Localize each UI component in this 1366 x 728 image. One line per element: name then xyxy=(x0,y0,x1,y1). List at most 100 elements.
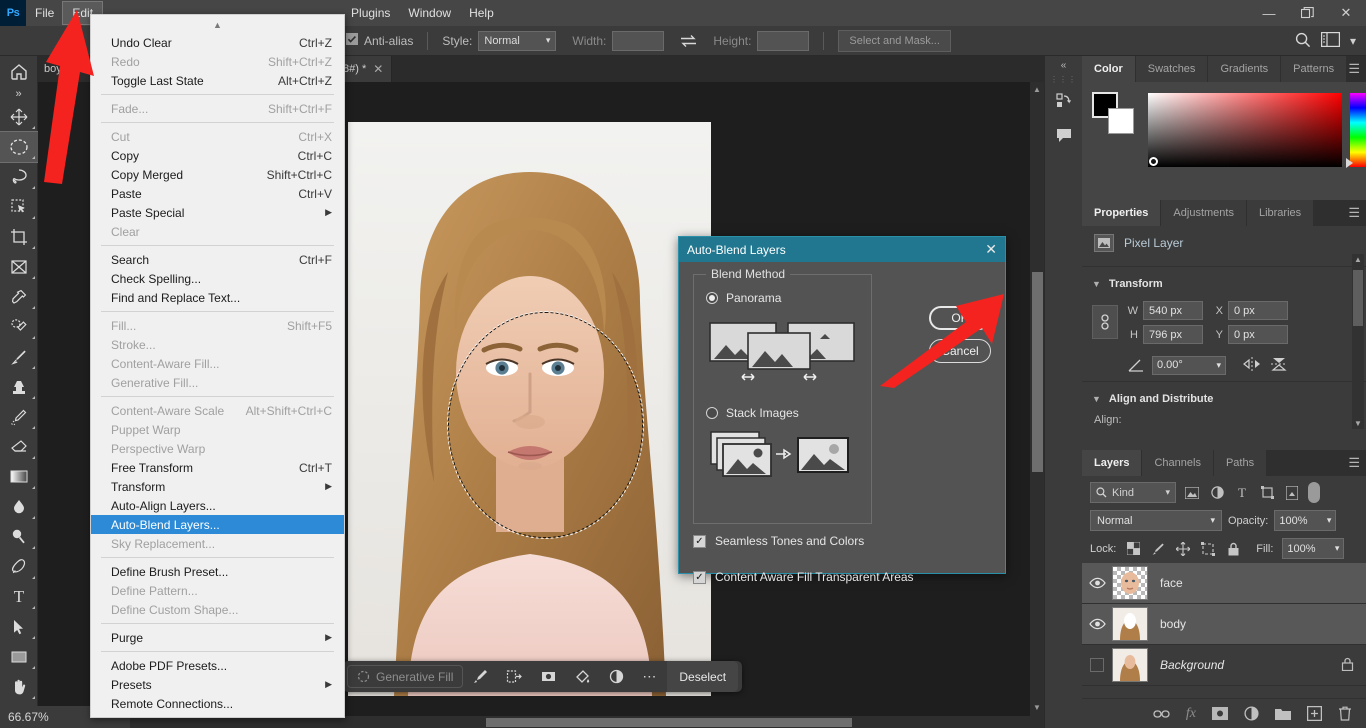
lock-artboard-icon[interactable] xyxy=(1200,540,1216,558)
menu-item-paste-special[interactable]: Paste Special ▶ xyxy=(91,203,344,222)
menu-item-purge[interactable]: Purge ▶ xyxy=(91,628,344,647)
table-row[interactable]: face xyxy=(1082,563,1366,604)
lock-position-icon[interactable] xyxy=(1175,540,1191,558)
swap-dimensions-button[interactable] xyxy=(672,26,705,56)
menu-scroll-up-icon[interactable]: ▲ xyxy=(91,17,344,33)
menu-item-copy-merged[interactable]: Copy Merged Shift+Ctrl+C xyxy=(91,165,344,184)
tab-channels[interactable]: Channels xyxy=(1142,450,1214,476)
generative-fill-button[interactable]: Generative Fill xyxy=(347,665,464,688)
chevron-down-icon[interactable]: ▾ xyxy=(1350,34,1356,48)
frame-tool[interactable] xyxy=(0,252,38,282)
panel-menu-icon[interactable]: ☰ xyxy=(1348,450,1360,476)
new-group-icon[interactable] xyxy=(1275,707,1291,720)
menu-item-find-and-replace-text[interactable]: Find and Replace Text... xyxy=(91,288,344,307)
hue-slider[interactable] xyxy=(1350,93,1366,167)
width-field[interactable]: 540 px xyxy=(1143,301,1203,320)
auto-blend-layers-dialog[interactable]: Auto-Blend Layers ✕ Blend Method Panoram… xyxy=(678,236,1006,584)
search-icon[interactable] xyxy=(1295,32,1311,51)
type-tool[interactable]: T xyxy=(0,582,38,612)
chevron-down-icon[interactable]: ▾ xyxy=(1335,543,1340,554)
tab-properties[interactable]: Properties xyxy=(1082,200,1162,226)
height-input[interactable] xyxy=(757,30,810,51)
content-aware-fill-checkbox[interactable]: ✓ xyxy=(693,570,706,584)
lock-icon[interactable] xyxy=(1341,657,1366,674)
color-panel-swatches[interactable] xyxy=(1092,92,1134,134)
layer-filter-kind-select[interactable]: Kind ▾ xyxy=(1090,482,1176,503)
pen-tool[interactable] xyxy=(0,552,38,582)
history-icon[interactable] xyxy=(1045,84,1083,118)
crop-tool[interactable] xyxy=(0,222,38,252)
seamless-tones-row[interactable]: ✓ Seamless Tones and Colors xyxy=(693,534,864,548)
layer-name[interactable]: body xyxy=(1148,617,1186,631)
width-input[interactable] xyxy=(612,30,665,51)
close-icon[interactable]: ✕ xyxy=(985,241,997,258)
layer-thumbnail[interactable] xyxy=(1112,648,1148,682)
filter-toggle-switch[interactable] xyxy=(1308,482,1320,503)
content-aware-fill-row[interactable]: ✓ Content Aware Fill Transparent Areas xyxy=(693,570,914,584)
ok-button[interactable]: OK xyxy=(929,306,991,330)
layer-mask-icon[interactable] xyxy=(1212,707,1228,720)
transform-section-header[interactable]: ▼ Transform xyxy=(1082,273,1366,295)
link-layers-icon[interactable] xyxy=(1153,708,1170,720)
menu-plugins[interactable]: Plugins xyxy=(342,2,399,24)
menu-item-auto-blend-layers[interactable]: Auto-Blend Layers... xyxy=(91,515,344,534)
eraser-tool[interactable] xyxy=(0,432,38,462)
menu-help[interactable]: Help xyxy=(460,2,503,24)
mask-icon[interactable] xyxy=(531,663,565,691)
panorama-radio[interactable] xyxy=(706,292,718,304)
fill-field[interactable]: 100% ▾ xyxy=(1282,538,1345,559)
height-field[interactable]: 796 px xyxy=(1143,325,1203,344)
scroll-up-arrow-icon[interactable]: ▲ xyxy=(1354,255,1362,264)
x-field[interactable]: 0 px xyxy=(1228,301,1288,320)
menu-item-define-brush-preset[interactable]: Define Brush Preset... xyxy=(91,562,344,581)
stack-images-radio-row[interactable]: Stack Images xyxy=(694,392,871,420)
chevron-down-icon[interactable]: ▾ xyxy=(1216,360,1221,371)
scroll-up-arrow-icon[interactable]: ▲ xyxy=(1030,82,1044,96)
layer-visibility-icon[interactable] xyxy=(1082,618,1112,630)
layer-thumbnail[interactable] xyxy=(1112,566,1148,600)
menu-item-remote-connections[interactable]: Remote Connections... xyxy=(91,694,344,713)
menu-item-check-spelling[interactable]: Check Spelling... xyxy=(91,269,344,288)
adjustment-filter-icon[interactable] xyxy=(1208,483,1226,503)
workspace-icon[interactable] xyxy=(1320,32,1340,50)
chevron-down-icon[interactable]: ▾ xyxy=(1165,487,1170,498)
dodge-tool[interactable] xyxy=(0,522,38,552)
delete-layer-icon[interactable] xyxy=(1338,706,1352,721)
layer-visibility-icon[interactable] xyxy=(1082,658,1112,672)
menu-item-presets[interactable]: Presets ▶ xyxy=(91,675,344,694)
blur-tool[interactable] xyxy=(0,492,38,522)
fill-icon[interactable] xyxy=(565,663,599,691)
canvas-vertical-scrollbar[interactable]: ▲ ▼ xyxy=(1030,82,1044,728)
shape-filter-icon[interactable] xyxy=(1258,483,1276,503)
align-distribute-section-header[interactable]: ▼ Align and Distribute xyxy=(1082,388,1366,410)
restore-button[interactable] xyxy=(1288,0,1326,26)
y-field[interactable]: 0 px xyxy=(1228,325,1288,344)
menu-file[interactable]: File xyxy=(26,2,63,24)
color-spectrum-field[interactable] xyxy=(1148,93,1342,167)
flip-vertical-icon[interactable] xyxy=(1270,355,1288,375)
opacity-field[interactable]: 100% ▾ xyxy=(1274,510,1337,531)
menu-item-auto-align-layers[interactable]: Auto-Align Layers... xyxy=(91,496,344,515)
lock-transparent-pixels-icon[interactable] xyxy=(1125,540,1141,558)
edit-menu-dropdown[interactable]: ▲ Undo Clear Ctrl+Z Redo Shift+Ctrl+Z Toggle… xyxy=(90,14,345,718)
menu-item-undo-clear[interactable]: Undo Clear Ctrl+Z xyxy=(91,33,344,52)
smart-object-filter-icon[interactable] xyxy=(1283,483,1301,503)
layer-name[interactable]: face xyxy=(1148,576,1183,590)
properties-scrollbar[interactable]: ▲ ▼ xyxy=(1352,254,1364,429)
elliptical-marquee-tool[interactable] xyxy=(0,131,39,163)
select-subject-icon[interactable] xyxy=(497,663,531,691)
stack-images-radio[interactable] xyxy=(706,407,718,419)
style-select[interactable]: Normal ▾ xyxy=(478,30,557,51)
antialias-checkbox-icon[interactable] xyxy=(346,33,358,48)
adjustment-layer-icon[interactable] xyxy=(1244,706,1259,721)
table-row[interactable]: Background xyxy=(1082,645,1366,686)
contextual-task-bar[interactable]: Generative Fill ⋯ Deselect xyxy=(343,661,743,692)
scroll-down-arrow-icon[interactable]: ▼ xyxy=(1030,700,1044,714)
lasso-tool[interactable] xyxy=(0,162,38,192)
lock-all-icon[interactable] xyxy=(1225,540,1241,558)
menu-item-copy[interactable]: Copy Ctrl+C xyxy=(91,146,344,165)
comments-icon[interactable] xyxy=(1045,118,1083,152)
chevron-down-icon[interactable]: ▾ xyxy=(1210,515,1215,526)
lock-image-pixels-icon[interactable] xyxy=(1150,540,1166,558)
adjustment-icon[interactable] xyxy=(599,663,633,691)
